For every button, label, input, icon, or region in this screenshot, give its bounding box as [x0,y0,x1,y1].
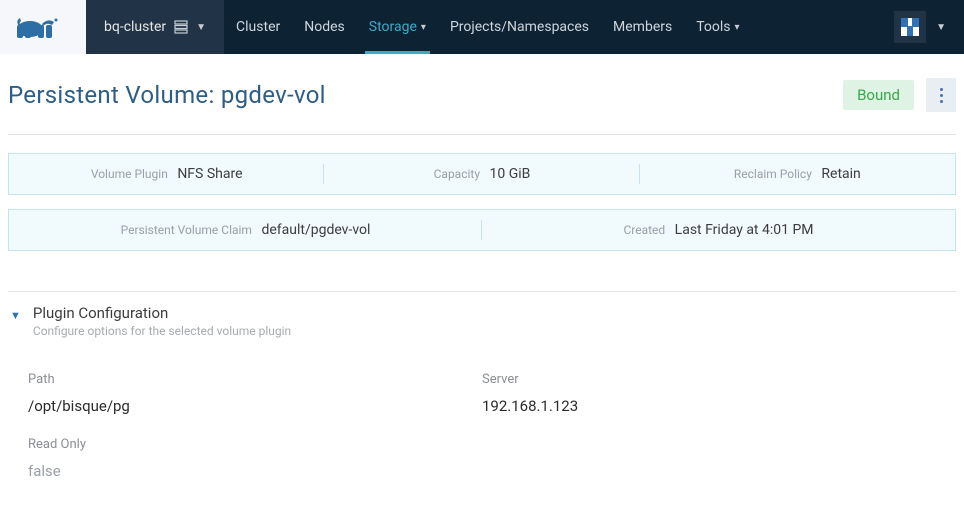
nav-item-members[interactable]: Members [601,0,684,54]
field-readonly: Read Only false [28,437,482,480]
user-menu[interactable]: ▼ [876,0,964,54]
summary-pvc: Persistent Volume Claim default/pgdev-vo… [9,222,482,238]
nav-item-tools[interactable]: Tools▾ [684,0,751,54]
stack-icon [174,20,188,34]
cluster-name: bq-cluster [104,19,166,35]
actions-menu-button[interactable] [926,78,956,112]
summary-box-2: Persistent Volume Claim default/pgdev-vo… [8,209,956,251]
nav-item-projects[interactable]: Projects/Namespaces [438,0,601,54]
field-server: Server 192.168.1.123 [482,372,936,415]
content: Persistent Volume: pgdev-vol Bound Volum… [0,54,964,510]
summary-reclaim-policy: Reclaim Policy Retain [640,166,955,182]
avatar [894,11,926,43]
summary-volume-plugin: Volume Plugin NFS Share [9,166,324,182]
section-toggle[interactable]: ▼ Plugin Configuration Configure options… [8,302,956,352]
collapse-caret-icon: ▼ [10,309,21,322]
page-title: Persistent Volume: pgdev-vol [8,81,326,109]
plugin-config-section: ▼ Plugin Configuration Configure options… [8,291,956,502]
summary-capacity: Capacity 10 GiB [324,166,639,182]
logo[interactable] [0,0,86,54]
field-path: Path /opt/bisque/pg [28,372,482,415]
rancher-logo-icon [14,12,72,42]
chevron-down-icon: ▾ [735,22,740,33]
summary-created: Created Last Friday at 4:01 PM [482,222,955,238]
cluster-switcher[interactable]: bq-cluster ▼ [86,0,224,54]
divider [8,134,956,135]
nav-items: Cluster Nodes Storage▾ Projects/Namespac… [224,0,752,54]
plugin-fields: Path /opt/bisque/pg Server 192.168.1.123… [8,352,956,502]
nav-item-cluster[interactable]: Cluster [224,0,292,54]
section-subtitle: Configure options for the selected volum… [33,324,291,338]
title-row: Persistent Volume: pgdev-vol Bound [8,78,956,130]
nav-item-storage[interactable]: Storage▾ [357,0,438,54]
avatar-icon [898,15,922,39]
section-title: Plugin Configuration [33,304,291,322]
chevron-down-icon: ▼ [936,22,946,33]
chevron-down-icon: ▼ [196,22,206,33]
chevron-down-icon: ▾ [421,22,426,33]
summary-box-1: Volume Plugin NFS Share Capacity 10 GiB … [8,153,956,195]
nav-item-nodes[interactable]: Nodes [292,0,357,54]
top-nav: bq-cluster ▼ Cluster Nodes Storage▾ Proj… [0,0,964,54]
status-badge: Bound [843,80,914,110]
